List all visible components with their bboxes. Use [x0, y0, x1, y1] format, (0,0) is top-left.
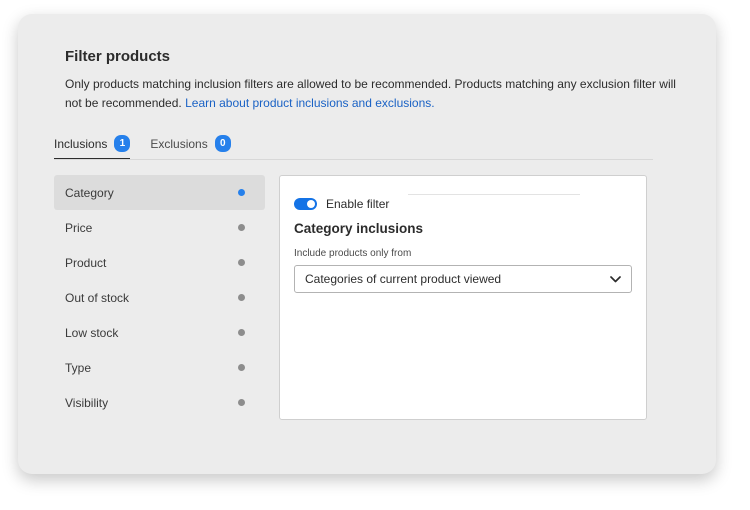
panel-divider [408, 194, 580, 195]
tabs-divider [54, 159, 653, 160]
dot-icon [238, 224, 245, 231]
enable-filter-label: Enable filter [326, 197, 390, 211]
page-title: Filter products [65, 48, 171, 65]
enable-filter-toggle[interactable] [294, 198, 317, 210]
sidebar-item-out-of-stock[interactable]: Out of stock [54, 280, 265, 315]
include-from-label: Include products only from [294, 248, 412, 259]
sidebar-item-low-stock[interactable]: Low stock [54, 315, 265, 350]
learn-more-link[interactable]: Learn about product inclusions and exclu… [185, 96, 435, 110]
filter-settings-panel: Enable filter Category inclusions Includ… [279, 175, 647, 420]
panel-title: Category inclusions [294, 221, 424, 236]
filter-sidebar: Category Price Product Out of stock Low … [54, 175, 265, 420]
dot-icon [238, 364, 245, 371]
tab-inclusions[interactable]: Inclusions 1 [54, 128, 131, 160]
sidebar-item-type[interactable]: Type [54, 350, 265, 385]
sidebar-item-label: Visibility [65, 395, 109, 410]
sidebar-item-label: Low stock [65, 325, 119, 340]
dot-icon [238, 189, 245, 196]
tab-exclusions-label: Exclusions [150, 136, 208, 151]
sidebar-item-label: Out of stock [65, 290, 130, 305]
tab-inclusions-count-badge: 1 [114, 135, 131, 152]
dot-icon [238, 294, 245, 301]
tab-inclusions-label: Inclusions [54, 136, 108, 151]
select-value: Categories of current product viewed [305, 272, 502, 286]
dot-icon [238, 399, 245, 406]
chevron-down-icon [609, 273, 621, 285]
sidebar-item-product[interactable]: Product [54, 245, 265, 280]
sidebar-item-price[interactable]: Price [54, 210, 265, 245]
sidebar-item-label: Product [65, 255, 107, 270]
sidebar-item-label: Price [65, 220, 93, 235]
enable-filter-row: Enable filter [294, 197, 389, 211]
include-from-select[interactable]: Categories of current product viewed [294, 265, 632, 293]
sidebar-item-visibility[interactable]: Visibility [54, 385, 265, 420]
sidebar-item-category[interactable]: Category [54, 175, 265, 210]
dot-icon [238, 259, 245, 266]
description: Only products matching inclusion filters… [65, 75, 680, 113]
sidebar-item-label: Category [65, 185, 114, 200]
tab-exclusions[interactable]: Exclusions 0 [150, 128, 231, 159]
sidebar-item-label: Type [65, 360, 92, 375]
dot-icon [238, 329, 245, 336]
tab-bar: Inclusions 1 Exclusions 0 [54, 128, 251, 160]
tab-exclusions-count-badge: 0 [214, 135, 231, 152]
